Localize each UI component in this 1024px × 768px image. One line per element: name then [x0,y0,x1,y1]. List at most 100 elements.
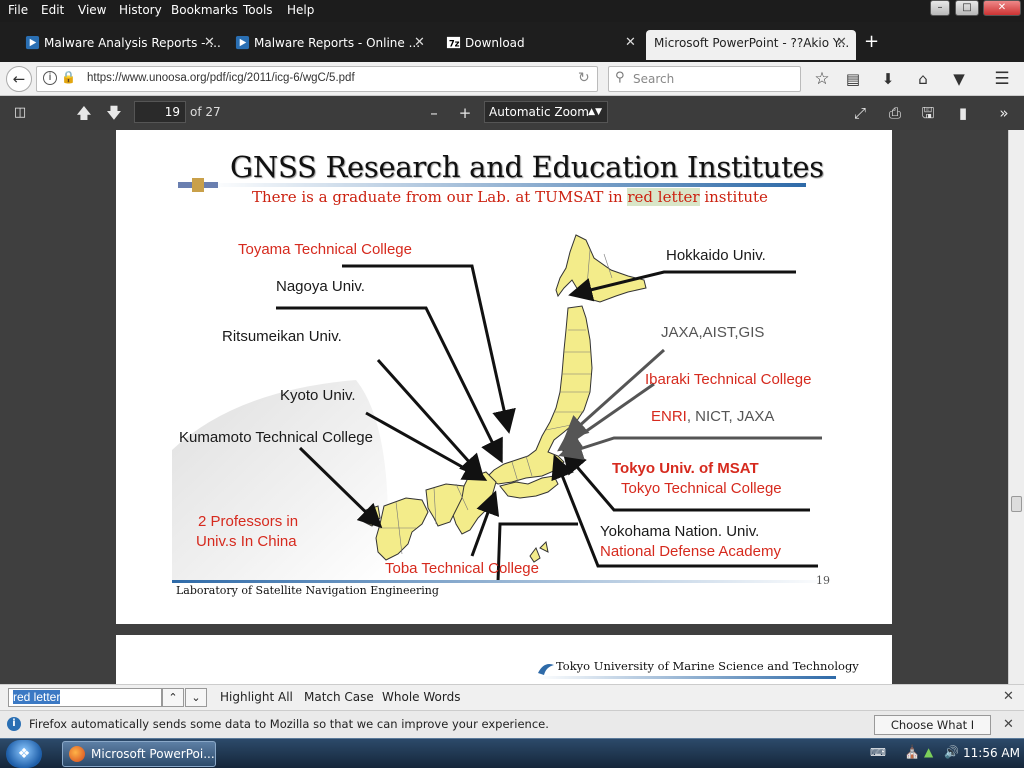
site-icon [235,35,250,50]
tab-close-icon[interactable]: ✕ [414,35,425,50]
notification-close-icon[interactable]: ✕ [1003,717,1014,732]
label-nda: National Defense Academy [600,543,781,560]
vertical-scrollbar[interactable] [1008,130,1024,684]
shield-icon[interactable]: ⛪ [904,745,920,760]
tab-download[interactable]: 7z Download ✕ [443,30,643,60]
find-highlight: red letter [627,188,700,206]
menu-help[interactable]: Help [287,3,314,17]
url-bar[interactable]: i 🔒 https://www.unoosa.org/pdf/icg/2011/… [36,66,598,92]
info-icon[interactable]: i [43,71,57,85]
reading-list-icon[interactable]: ▤ [842,67,864,91]
choose-what-i-share-button[interactable]: Choose What I Share [874,715,991,750]
find-input[interactable]: red letter [8,688,162,707]
reload-icon[interactable]: ↻ [578,70,590,86]
label-jaxa-aist-gis: JAXA,AIST,GIS [661,324,765,341]
next-page-icon[interactable]: 🡇 [104,102,124,124]
label-kyoto: Kyoto Univ. [280,387,356,404]
find-previous-button[interactable]: ⌃ [162,688,184,707]
label-yokohama: Yokohama Nation. Univ. [600,523,760,540]
previous-page-icon[interactable]: 🡅 [74,102,94,124]
lock-warning-icon[interactable]: 🔒 [61,70,76,84]
bookmark-star-icon[interactable]: ☆ [810,67,834,91]
tab-powerpoint[interactable]: Microsoft PowerPoint - ??Akio Y... ✕ [646,30,856,60]
site-icon [25,35,40,50]
firefox-icon [69,746,85,762]
minimize-button[interactable]: – [930,0,950,16]
zoom-in-icon[interactable]: + [455,102,475,124]
menu-edit[interactable]: Edit [41,3,64,17]
slide-number: 19 [816,574,830,587]
navigation-bar: ← i 🔒 https://www.unoosa.org/pdf/icg/201… [0,62,1024,96]
tab-close-icon[interactable]: ✕ [836,35,847,50]
keyboard-icon[interactable]: ⌨ [870,746,886,759]
new-tab-button[interactable]: + [864,31,879,52]
tab-close-icon[interactable]: ✕ [204,35,215,50]
downloads-icon[interactable]: ⬇ [877,67,899,91]
menu-tools[interactable]: Tools [243,3,273,17]
search-placeholder: Search [633,72,675,86]
label-professors-2: Univ.s In China [196,533,297,550]
close-window-button[interactable]: ✕ [983,0,1021,16]
start-button[interactable]: ❖ [6,740,42,768]
save-icon[interactable]: 🖫 [918,102,938,124]
find-next-button[interactable]: ⌄ [185,688,207,707]
sidebar-toggle-icon[interactable]: ◫ [10,102,30,124]
zoom-out-icon[interactable]: – [424,102,444,124]
label-toba: Toba Technical College [385,560,539,577]
label-enri-nict-jaxa: ENRI, NICT, JAXA [651,408,775,425]
slide-title: GNSS Research and Education Institutes [230,150,824,184]
search-icon: ⚲ [615,70,625,85]
pdf-viewer[interactable]: GNSS Research and Education Institutes T… [0,130,1008,684]
volume-icon[interactable]: 🔊 [944,745,959,759]
label-ibaraki: Ibaraki Technical College [645,371,812,388]
menu-history[interactable]: History [119,3,162,17]
network-icon[interactable]: ▲ [924,745,933,759]
label-hokkaido: Hokkaido Univ. [666,247,766,264]
label-kumamoto: Kumamoto Technical College [179,429,373,446]
label-toyama: Toyama Technical College [238,241,412,258]
tab-close-icon[interactable]: ✕ [625,35,636,50]
label-nagoya: Nagoya Univ. [276,278,365,295]
menu-bookmarks[interactable]: Bookmarks [171,3,238,17]
tab-malware-analysis[interactable]: Malware Analysis Reports - ... ✕ [22,30,222,60]
tumsat-logo-icon [538,664,554,675]
tab-malware-reports[interactable]: Malware Reports - Online ... ✕ [232,30,432,60]
notification-message: Firefox automatically sends some data to… [29,717,549,731]
page-total: of 27 [190,105,221,119]
match-case-button[interactable]: Match Case [304,690,374,704]
7zip-icon: 7z [446,36,461,48]
info-icon: i [7,717,21,731]
fullscreen-icon[interactable]: ⤢ [850,102,870,124]
page-number-input[interactable]: 19 [134,101,186,123]
tab-bar: Malware Analysis Reports - ... ✕ Malware… [0,22,1024,62]
page2-rule [536,676,836,679]
maximize-button[interactable]: □ [955,0,979,16]
find-close-icon[interactable]: ✕ [1003,689,1014,704]
search-input[interactable]: ⚲ Search [608,66,801,92]
label-professors-1: 2 Professors in [198,513,299,530]
taskbar-app-powerpoint[interactable]: Microsoft PowerPoi... [62,741,216,767]
notification-bar: i Firefox automatically sends some data … [0,710,1024,750]
scrollbar-thumb[interactable] [1011,496,1022,512]
back-button[interactable]: ← [6,66,32,92]
url-text[interactable]: https://www.unoosa.org/pdf/icg/2011/icg-… [87,72,355,84]
home-icon[interactable]: ⌂ [912,67,934,91]
tools-chevron-icon[interactable]: » [993,102,1015,124]
slide-subtitle: There is a graduate from our Lab. at TUM… [252,188,768,206]
clock[interactable]: 11:56 AM [963,746,1020,760]
label-tokyo-tc: Tokyo Technical College [621,480,782,497]
menu-bar: File Edit View History Bookmarks Tools H… [0,0,1024,22]
menu-view[interactable]: View [78,3,106,17]
find-bar: red letter ⌃ ⌄ Highlight All Match Case … [0,684,1024,710]
bookmark-icon[interactable]: ▮ [953,102,973,124]
windows-taskbar: ❖ Microsoft PowerPoi... ⌨ ⛪ ▲ 🔊 11:56 AM [0,738,1024,768]
pocket-icon[interactable]: ▼ [948,67,970,91]
highlight-all-button[interactable]: Highlight All [220,690,293,704]
print-icon[interactable]: ⎙ [885,102,905,124]
whole-words-button[interactable]: Whole Words [382,690,460,704]
pdf-page-19: GNSS Research and Education Institutes T… [116,130,892,624]
hamburger-menu-icon[interactable]: ☰ [990,67,1014,91]
menu-file[interactable]: File [8,3,28,17]
zoom-select[interactable]: Automatic Zoom ▲▼ [484,101,608,123]
label-tokyo-msat: Tokyo Univ. of MSAT [612,460,759,477]
